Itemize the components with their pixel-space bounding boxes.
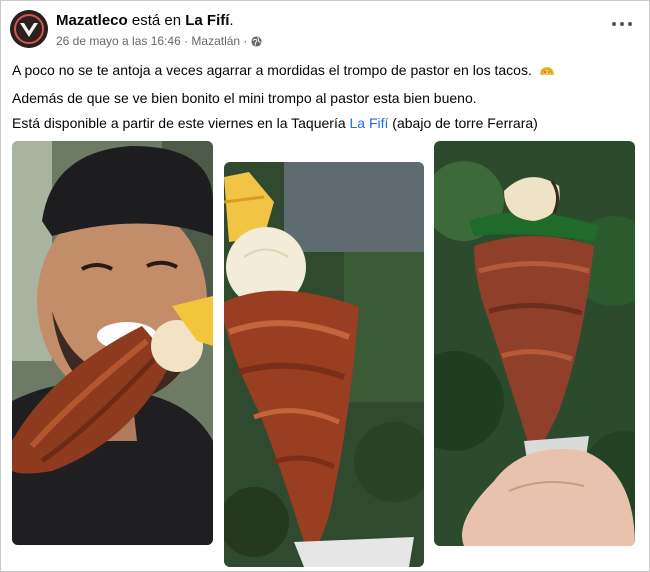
line1-text: A poco no se te antoja a veces agarrar a… xyxy=(12,62,532,78)
photo-2[interactable] xyxy=(224,162,424,567)
photo-1[interactable] xyxy=(12,141,213,545)
post-text-line-3: Está disponible a partir de este viernes… xyxy=(12,114,538,132)
post-header: Mazatleco está en La Fifí. xyxy=(56,12,234,29)
trompo-held-in-hand-image xyxy=(434,141,635,546)
trompo-onion-image xyxy=(224,162,424,567)
connector-text: está en xyxy=(127,12,186,29)
post-date[interactable]: 26 de mayo a las 16:46 · Mazatlán · xyxy=(56,34,247,48)
post-text-line-1: A poco no se te antoja a veces agarrar a… xyxy=(12,61,555,79)
photo-3[interactable] xyxy=(434,141,635,546)
place-suffix: . xyxy=(229,12,234,29)
line3-before: Está disponible a partir de este viernes… xyxy=(12,115,350,131)
post-meta: 26 de mayo a las 16:46 · Mazatlán · xyxy=(56,34,262,48)
avatar[interactable] xyxy=(10,10,48,48)
profile-logo-icon xyxy=(10,10,48,48)
taco-emoji xyxy=(539,67,554,75)
post-text-line-2: Además de que se ve bien bonito el mini … xyxy=(12,90,477,106)
place-name[interactable]: La Fifí xyxy=(185,12,229,29)
line3-after: (abajo de torre Ferrara) xyxy=(388,115,538,131)
man-eating-trompo-image xyxy=(12,141,213,545)
author-name[interactable]: Mazatleco xyxy=(56,12,128,29)
globe-icon xyxy=(251,35,262,47)
place-link[interactable]: La Fifí xyxy=(350,115,389,131)
more-options-icon[interactable] xyxy=(612,16,632,32)
